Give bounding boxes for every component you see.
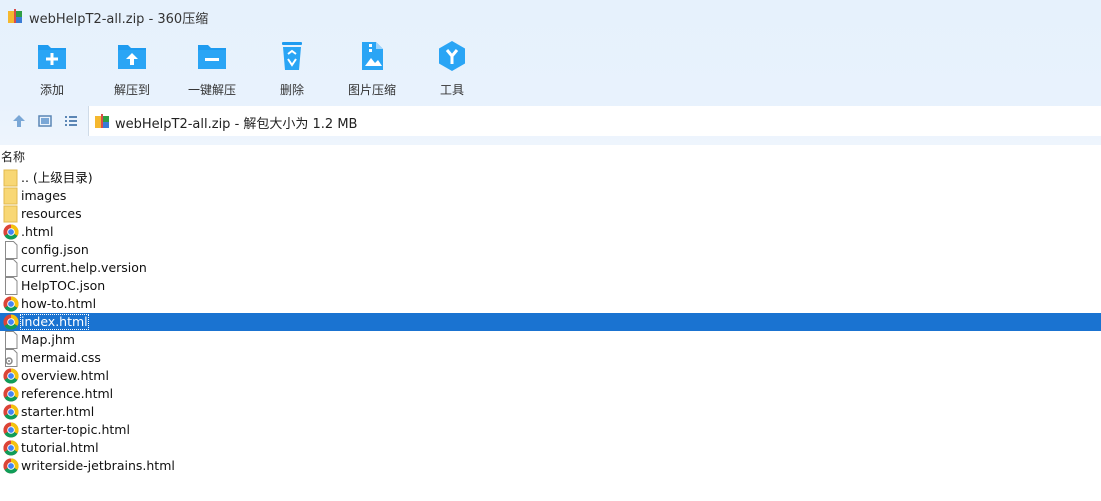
file-name: resources: [21, 206, 82, 221]
chrome-icon: [3, 421, 19, 439]
image-compress-button[interactable]: 图片压缩: [332, 36, 412, 98]
file-row[interactable]: writerside-jetbrains.html: [0, 457, 1101, 475]
list-view-icon[interactable]: [63, 113, 79, 129]
file-row[interactable]: mermaid.css: [0, 349, 1101, 367]
delete-icon: [282, 42, 302, 70]
chrome-icon: [3, 223, 19, 241]
file-row[interactable]: config.json: [0, 241, 1101, 259]
file-list: .. (上级目录) images resources .html config.json…: [0, 169, 1101, 475]
file-name: tutorial.html: [21, 440, 99, 455]
file-name: how-to.html: [21, 296, 97, 311]
path-box[interactable]: webHelpT2-all.zip - 解包大小为 1.2 MB: [88, 106, 1101, 136]
file-icon: [3, 241, 19, 259]
image-compress-icon: [362, 42, 383, 70]
file-icon: [3, 259, 19, 277]
address-bar: webHelpT2-all.zip - 解包大小为 1.2 MB: [0, 106, 1101, 136]
file-row[interactable]: .. (上级目录): [0, 169, 1101, 187]
column-name-header[interactable]: 名称: [1, 148, 25, 165]
file-row[interactable]: index.html: [0, 313, 1101, 331]
file-name: current.help.version: [21, 260, 147, 275]
folder-icon: [3, 187, 19, 205]
file-name: Map.jhm: [21, 332, 75, 347]
extract-to-label: 解压到: [113, 83, 150, 97]
tools-button[interactable]: 工具: [412, 36, 492, 98]
file-name: reference.html: [21, 386, 114, 401]
chrome-icon: [3, 367, 19, 385]
file-row[interactable]: starter.html: [0, 403, 1101, 421]
delete-label: 删除: [279, 83, 304, 97]
image-compress-label: 图片压缩: [347, 83, 396, 97]
tools-icon: [439, 41, 465, 71]
chrome-icon: [3, 295, 19, 313]
folder-icon: [3, 205, 19, 223]
file-icon: [3, 331, 19, 349]
tools-label: 工具: [439, 83, 464, 97]
file-row[interactable]: overview.html: [0, 367, 1101, 385]
file-name: .. (上级目录): [21, 170, 93, 185]
file-name: mermaid.css: [21, 350, 101, 365]
column-header: 名称: [0, 146, 1101, 166]
file-row[interactable]: .html: [0, 223, 1101, 241]
file-name: HelpTOC.json: [21, 278, 106, 293]
add-button[interactable]: 添加: [12, 36, 92, 98]
one-click-extract-button[interactable]: 一键解压: [172, 36, 252, 98]
css-file-icon: [3, 349, 19, 367]
file-row[interactable]: resources: [0, 205, 1101, 223]
delete-button[interactable]: 删除: [252, 36, 332, 98]
file-row[interactable]: reference.html: [0, 385, 1101, 403]
window-title: webHelpT2-all.zip - 360压缩: [29, 12, 209, 27]
file-name: starter.html: [21, 404, 95, 419]
chrome-icon: [3, 439, 19, 457]
zip-archive-icon: [95, 114, 109, 128]
file-name: config.json: [21, 242, 89, 257]
file-row[interactable]: starter-topic.html: [0, 421, 1101, 439]
file-name: overview.html: [21, 368, 109, 383]
file-name: index.html: [20, 314, 89, 330]
file-name: writerside-jetbrains.html: [21, 458, 175, 473]
zip-archive-icon: [8, 9, 22, 23]
chrome-icon: [3, 385, 19, 403]
path-text: webHelpT2-all.zip - 解包大小为 1.2 MB: [115, 117, 358, 132]
file-row[interactable]: tutorial.html: [0, 439, 1101, 457]
title-bar: webHelpT2-all.zip - 360压缩: [0, 0, 1101, 32]
file-row[interactable]: current.help.version: [0, 259, 1101, 277]
file-row[interactable]: how-to.html: [0, 295, 1101, 313]
file-name: .html: [21, 224, 54, 239]
thumbnail-view-icon[interactable]: [37, 113, 53, 129]
chrome-icon: [3, 403, 19, 421]
one-click-extract-label: 一键解压: [187, 83, 236, 97]
add-icon: [38, 45, 66, 69]
extract-to-icon: [118, 45, 146, 69]
file-name: images: [21, 188, 67, 203]
file-row[interactable]: images: [0, 187, 1101, 205]
file-name: starter-topic.html: [21, 422, 130, 437]
up-arrow-icon[interactable]: [11, 113, 27, 129]
file-icon: [3, 277, 19, 295]
one-click-extract-icon: [198, 45, 226, 69]
chrome-icon: [3, 313, 19, 331]
file-row[interactable]: Map.jhm: [0, 331, 1101, 349]
folder-icon: [3, 169, 19, 187]
extract-to-button[interactable]: 解压到: [92, 36, 172, 98]
file-row[interactable]: HelpTOC.json: [0, 277, 1101, 295]
chrome-icon: [3, 457, 19, 475]
add-label: 添加: [39, 83, 64, 97]
